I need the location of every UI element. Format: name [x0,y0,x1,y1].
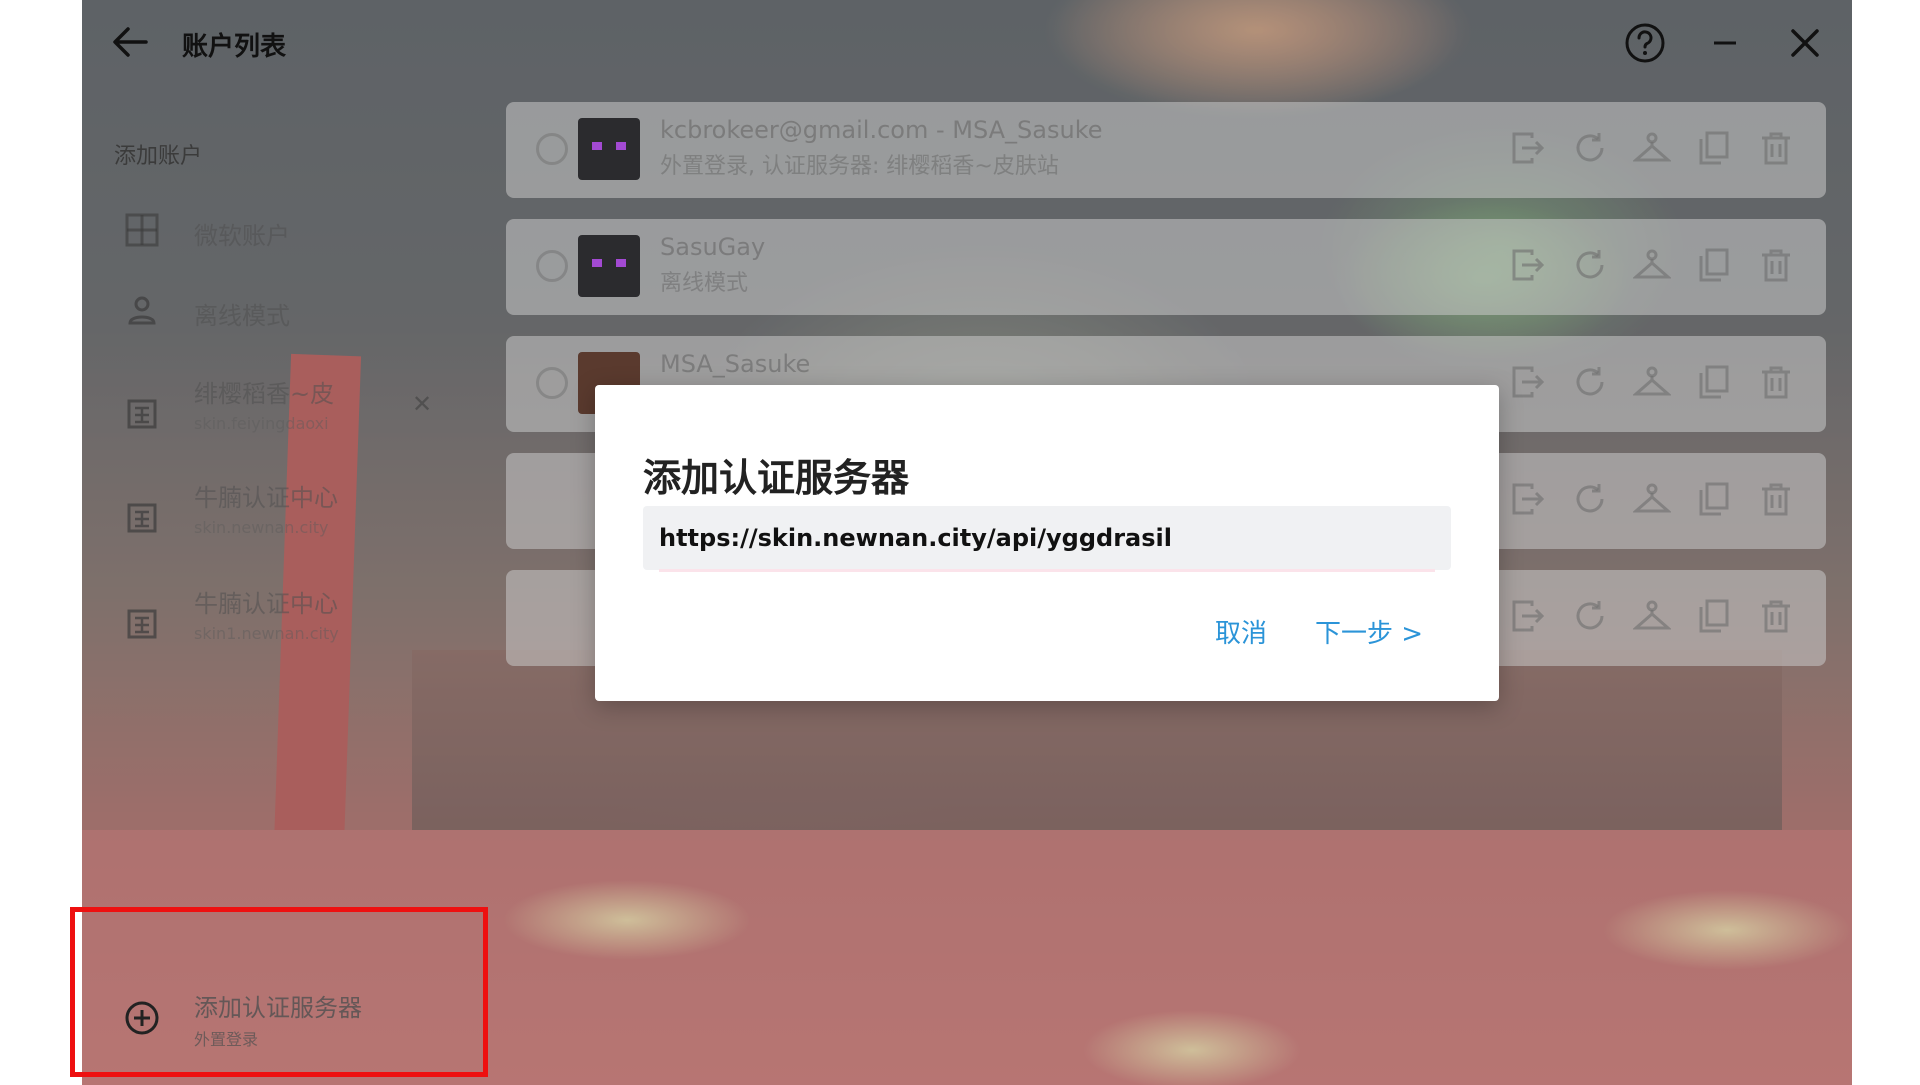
title-bar: 账户列表 [82,0,1852,84]
skin-hanger-icon[interactable] [1632,362,1672,402]
help-icon [1625,23,1665,63]
login-icon[interactable] [1508,245,1548,285]
delete-icon[interactable] [1756,362,1796,402]
copy-icon[interactable] [1694,362,1734,402]
dialog-title: 添加认证服务器 [643,456,910,500]
account-select-radio[interactable] [536,250,568,282]
login-icon[interactable] [1508,479,1548,519]
server-icon [122,394,162,434]
sidebar-item-sublabel: skin1.newnan.city [194,624,339,643]
skin-hanger-icon[interactable] [1632,596,1672,636]
account-card[interactable]: SasuGay 离线模式 [506,219,1826,315]
account-card[interactable]: kcbrokeer@gmail.com - MSA_Sasuke 外置登录, 认… [506,102,1826,198]
account-actions [1508,479,1796,519]
sidebar-item-label: 绯樱稻香~皮 [194,380,335,408]
minimize-icon [1714,41,1736,45]
close-icon [1791,29,1819,57]
sidebar-item-label: 牛腩认证中心 [194,484,338,512]
sidebar-item-microsoft[interactable]: 微软账户 [82,196,502,270]
next-button[interactable]: 下一步 > [1315,613,1423,650]
refresh-icon[interactable] [1570,479,1610,519]
login-icon[interactable] [1508,596,1548,636]
delete-icon[interactable] [1756,596,1796,636]
copy-icon[interactable] [1694,245,1734,285]
minimize-button[interactable] [1702,20,1748,66]
sidebar-item-label: 微软账户 [194,222,290,250]
person-icon [122,290,162,330]
skin-hanger-icon[interactable] [1632,245,1672,285]
copy-icon[interactable] [1694,128,1734,168]
skin-hanger-icon[interactable] [1632,479,1672,519]
avatar [578,235,640,297]
input-underline [659,569,1435,572]
back-button[interactable] [110,22,150,62]
refresh-icon[interactable] [1570,245,1610,285]
highlight-box [70,907,488,1077]
refresh-icon[interactable] [1570,596,1610,636]
account-desc: 离线模式 [660,271,749,296]
add-auth-server-dialog: 添加认证服务器 取消 下一步 > [595,385,1499,701]
server-icon [122,498,162,538]
delete-icon[interactable] [1756,128,1796,168]
account-desc: 外置登录, 认证服务器: 绯樱稻香~皮肤站 [660,154,1059,179]
login-icon[interactable] [1508,128,1548,168]
login-icon[interactable] [1508,362,1548,402]
account-select-radio[interactable] [536,367,568,399]
account-actions [1508,596,1796,636]
sidebar-item-sublabel: skin.newnan.city [194,518,329,537]
sidebar-item-server-newnan-1[interactable]: 牛腩认证中心 skin1.newnan.city [82,582,502,656]
sidebar-section-title: 添加账户 [114,144,203,169]
arrow-left-icon [113,27,148,57]
account-actions [1508,245,1796,285]
sidebar-item-server-newnan[interactable]: 牛腩认证中心 skin.newnan.city [82,476,502,550]
avatar [578,118,640,180]
refresh-icon[interactable] [1570,128,1610,168]
cancel-button[interactable]: 取消 [1215,613,1267,650]
copy-icon[interactable] [1694,596,1734,636]
help-button[interactable] [1622,20,1668,66]
account-name: kcbrokeer@gmail.com - MSA_Sasuke [660,116,1103,144]
delete-icon[interactable] [1756,245,1796,285]
account-name: SasuGay [660,233,766,261]
sidebar-item-label: 牛腩认证中心 [194,590,338,618]
sidebar-item-sublabel: skin.feiyingdaoxi [194,414,329,433]
server-icon [122,604,162,644]
refresh-icon[interactable] [1570,362,1610,402]
skin-hanger-icon[interactable] [1632,128,1672,168]
sidebar-item-server-feiying[interactable]: 绯樱稻香~皮 skin.feiyingdaoxi ✕ [82,372,502,446]
account-name: MSA_Sasuke [660,350,811,378]
microsoft-icon [122,210,162,250]
sidebar-item-label: 离线模式 [194,302,290,330]
remove-server-icon[interactable]: ✕ [412,390,432,418]
account-select-radio[interactable] [536,133,568,165]
account-actions [1508,362,1796,402]
delete-icon[interactable] [1756,479,1796,519]
page-title: 账户列表 [182,32,287,62]
sidebar-item-offline[interactable]: 离线模式 [82,276,502,350]
account-actions [1508,128,1796,168]
close-window-button[interactable] [1782,20,1828,66]
server-url-input[interactable] [643,506,1451,570]
copy-icon[interactable] [1694,479,1734,519]
